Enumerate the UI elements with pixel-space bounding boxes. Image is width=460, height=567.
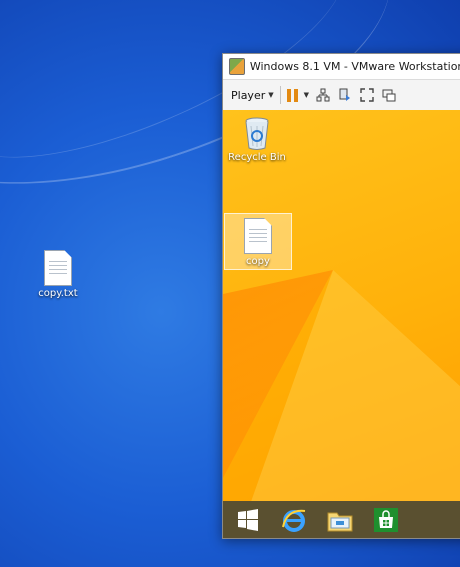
- host-desktop-icon-label: copy.txt: [38, 288, 78, 299]
- guest-taskbar: [223, 501, 460, 538]
- guest-desktop[interactable]: Recycle Bin copy: [223, 110, 460, 501]
- vm-toolbar: Player ▼ ▼: [223, 80, 460, 111]
- player-menu[interactable]: Player ▼: [231, 89, 274, 102]
- toolbar-divider: [279, 86, 281, 104]
- text-file-icon: [44, 250, 72, 286]
- host-desktop-icon-copy-txt[interactable]: copy.txt: [26, 250, 90, 299]
- guest-desktop-icon-label: Recycle Bin: [228, 152, 286, 163]
- pause-icon[interactable]: [286, 88, 298, 102]
- text-file-icon: [244, 218, 272, 254]
- fullscreen-icon[interactable]: [359, 87, 375, 103]
- window-title: Windows 8.1 VM - VMware Workstation 12 P: [249, 60, 460, 73]
- dropdown-icon[interactable]: ▼: [304, 91, 309, 99]
- guest-desktop-icon-copy[interactable]: copy: [224, 213, 292, 270]
- window-titlebar[interactable]: Windows 8.1 VM - VMware Workstation 12 P: [223, 54, 460, 80]
- recycle-bin-icon: [243, 116, 271, 150]
- guest-desktop-icon-label: copy: [246, 256, 270, 267]
- send-keys-icon[interactable]: [337, 87, 353, 103]
- player-menu-label: Player: [231, 88, 266, 102]
- vmware-app-icon: [229, 58, 245, 75]
- vmware-window[interactable]: Windows 8.1 VM - VMware Workstation 12 P…: [222, 53, 460, 539]
- file-explorer-icon[interactable]: [325, 505, 355, 535]
- internet-explorer-icon[interactable]: [279, 505, 309, 535]
- start-icon[interactable]: [233, 505, 263, 535]
- store-icon[interactable]: [371, 505, 401, 535]
- guest-desktop-icon-recycle-bin[interactable]: Recycle Bin: [224, 116, 290, 163]
- unity-icon[interactable]: [381, 87, 397, 103]
- chevron-down-icon: ▼: [268, 91, 274, 99]
- network-icon[interactable]: [315, 87, 331, 103]
